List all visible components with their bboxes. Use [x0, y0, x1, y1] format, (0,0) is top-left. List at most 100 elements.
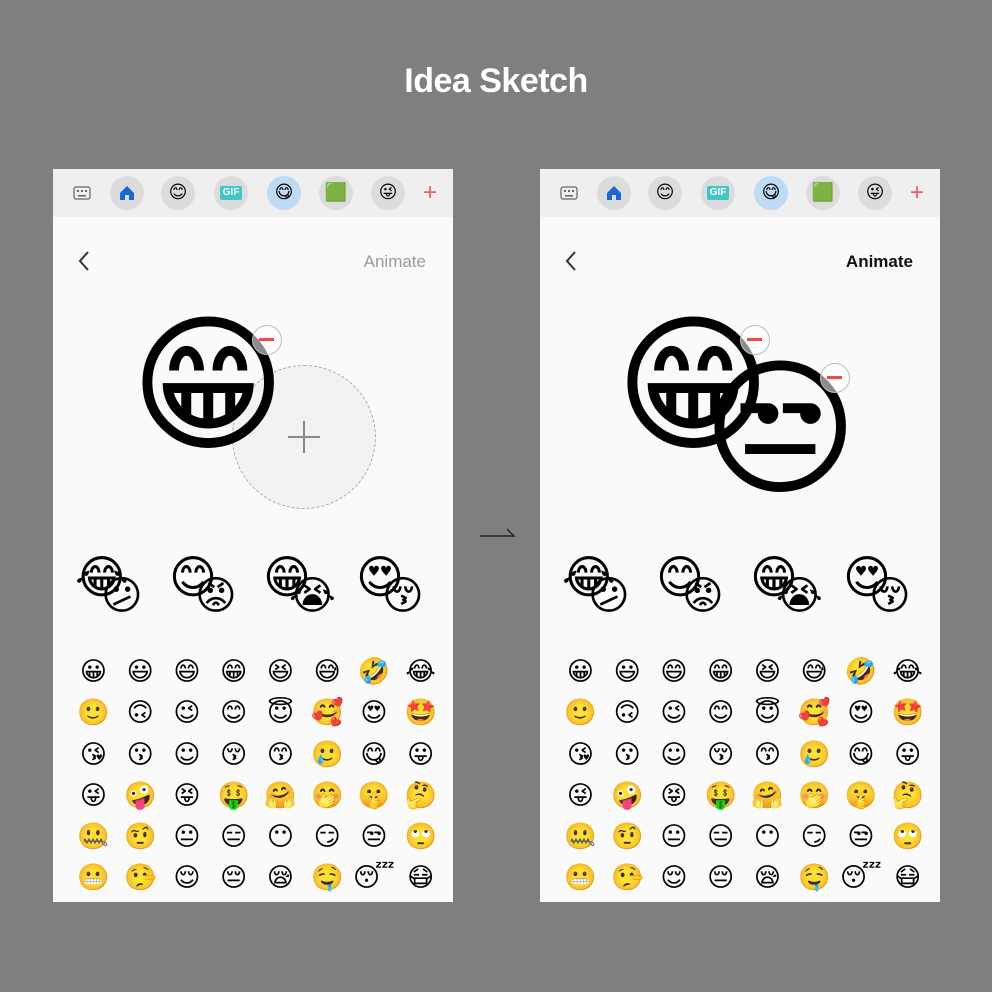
emoji-cell[interactable]: 😍 [838, 693, 885, 734]
emoji-cell[interactable]: ☺ [164, 735, 211, 776]
bitmoji-icon[interactable]: 😜 [858, 176, 892, 210]
emoji-icon[interactable]: 😊 [161, 176, 195, 210]
emoji-cell[interactable]: 🤥 [604, 858, 651, 899]
emoji-cell[interactable]: 😁 [697, 652, 744, 693]
emoji-cell[interactable]: 😊 [210, 693, 257, 734]
emoji-cell[interactable]: 😇 [257, 693, 304, 734]
emoji-cell[interactable]: 🤫 [838, 776, 885, 817]
emoji-cell[interactable]: 🙄 [884, 817, 931, 858]
emoji-cell[interactable]: 😷 [397, 858, 444, 899]
emoji-cell[interactable]: 😙 [257, 735, 304, 776]
emoji-cell[interactable]: 🙂 [70, 693, 117, 734]
emoji-cell[interactable]: 😝 [164, 776, 211, 817]
emoji-cell[interactable]: 😉 [164, 693, 211, 734]
emoji-cell[interactable]: 🤔 [397, 776, 444, 817]
emoji-cell[interactable]: 🤪 [604, 776, 651, 817]
remove-primary-icon[interactable] [252, 325, 282, 355]
suggestion-item[interactable]: 😍 😚 [356, 554, 436, 634]
emoji-cell[interactable]: 😙 [744, 735, 791, 776]
suggestion-item[interactable]: 😊 😡 [169, 554, 249, 634]
bitmoji-icon[interactable]: 😜 [371, 176, 405, 210]
emoji-cell[interactable]: 😊 [697, 693, 744, 734]
emoji-cell[interactable]: 😏 [304, 817, 351, 858]
emoji-cell[interactable]: 😛 [397, 735, 444, 776]
emoji-cell[interactable]: 🙂 [557, 693, 604, 734]
emoji-cell[interactable]: 😚 [210, 735, 257, 776]
emoji-cell[interactable]: 🙃 [117, 693, 164, 734]
emoji-cell[interactable]: 🥰 [304, 693, 351, 734]
emoji-cell[interactable]: 🥰 [791, 693, 838, 734]
mixed-emoji-icon[interactable]: 😋 [267, 176, 301, 210]
emoji-cell[interactable]: 😀 [557, 652, 604, 693]
emoji-cell[interactable]: 🤣 [351, 652, 398, 693]
emoji-cell[interactable]: 🤗 [257, 776, 304, 817]
emoji-cell[interactable]: 😁 [210, 652, 257, 693]
emoji-cell[interactable]: 😜 [557, 776, 604, 817]
emoji-cell[interactable]: 🤩 [397, 693, 444, 734]
emoji-cell[interactable]: 😷 [884, 858, 931, 899]
emoji-cell[interactable]: 😄 [651, 652, 698, 693]
emoji-cell[interactable]: 🥲 [304, 735, 351, 776]
emoji-cell[interactable]: 😬 [557, 858, 604, 899]
emoji-cell[interactable]: 😌 [164, 858, 211, 899]
add-icon[interactable]: + [413, 176, 447, 210]
emoji-cell[interactable]: 🙄 [397, 817, 444, 858]
emoji-cell[interactable]: 😶 [744, 817, 791, 858]
emoji-cell[interactable]: 😬 [70, 858, 117, 899]
suggestion-item[interactable]: 😂 😕 [75, 554, 155, 634]
emoji-cell[interactable]: 😃 [604, 652, 651, 693]
suggestion-item[interactable]: 😂 😕 [562, 554, 642, 634]
emoji-cell[interactable]: 😔 [697, 858, 744, 899]
emoji-cell[interactable]: 😐 [164, 817, 211, 858]
mixed-emoji-icon[interactable]: 😋 [754, 176, 788, 210]
emoji-cell[interactable]: ☺ [651, 735, 698, 776]
emoji-cell[interactable]: 🤫 [351, 776, 398, 817]
suggestion-item[interactable]: 😍 😚 [843, 554, 923, 634]
emoji-cell[interactable]: 😚 [697, 735, 744, 776]
back-icon[interactable] [75, 249, 95, 273]
emoji-cell[interactable]: 😇 [744, 693, 791, 734]
emoji-cell[interactable]: 😑 [697, 817, 744, 858]
emoji-cell[interactable]: 😴 [838, 858, 885, 899]
emoji-cell[interactable]: 😀 [70, 652, 117, 693]
emoji-cell[interactable]: 😒 [838, 817, 885, 858]
suggestion-item[interactable]: 😁 😭 [750, 554, 830, 634]
emoji-cell[interactable]: 🤭 [791, 776, 838, 817]
emoji-cell[interactable]: 😐 [651, 817, 698, 858]
sticker-icon[interactable]: 🟩 [319, 176, 353, 210]
emoji-cell[interactable]: 😋 [351, 735, 398, 776]
emoji-cell[interactable]: 😂 [397, 652, 444, 693]
emoji-cell[interactable]: 😪 [257, 858, 304, 899]
animate-button[interactable]: Animate [364, 252, 426, 272]
emoji-cell[interactable]: 🤪 [117, 776, 164, 817]
home-icon[interactable] [110, 176, 144, 210]
emoji-cell[interactable]: 😉 [651, 693, 698, 734]
gif-icon[interactable]: GIF [214, 176, 248, 210]
emoji-cell[interactable]: 🤭 [304, 776, 351, 817]
emoji-cell[interactable]: 😘 [557, 735, 604, 776]
add-icon[interactable]: + [900, 176, 934, 210]
suggestion-item[interactable]: 😊 😡 [656, 554, 736, 634]
emoji-icon[interactable]: 😊 [648, 176, 682, 210]
emoji-cell[interactable]: 😶 [257, 817, 304, 858]
keyboard-icon[interactable] [65, 176, 99, 210]
emoji-cell[interactable]: 🙃 [604, 693, 651, 734]
emoji-cell[interactable]: 😆 [744, 652, 791, 693]
emoji-cell[interactable]: 😒 [351, 817, 398, 858]
emoji-cell[interactable]: 🤤 [304, 858, 351, 899]
emoji-cell[interactable]: 😅 [304, 652, 351, 693]
emoji-cell[interactable]: 🤨 [604, 817, 651, 858]
keyboard-icon[interactable] [552, 176, 586, 210]
emoji-cell[interactable]: 😆 [257, 652, 304, 693]
emoji-cell[interactable]: 😗 [604, 735, 651, 776]
remove-primary-icon[interactable] [740, 325, 770, 355]
emoji-cell[interactable]: 😌 [651, 858, 698, 899]
sticker-icon[interactable]: 🟩 [806, 176, 840, 210]
emoji-cell[interactable]: 😪 [744, 858, 791, 899]
emoji-cell[interactable]: 🤥 [117, 858, 164, 899]
home-icon[interactable] [597, 176, 631, 210]
emoji-cell[interactable]: 😍 [351, 693, 398, 734]
emoji-cell[interactable]: 😘 [70, 735, 117, 776]
emoji-cell[interactable]: 🤐 [70, 817, 117, 858]
emoji-cell[interactable]: 🤨 [117, 817, 164, 858]
